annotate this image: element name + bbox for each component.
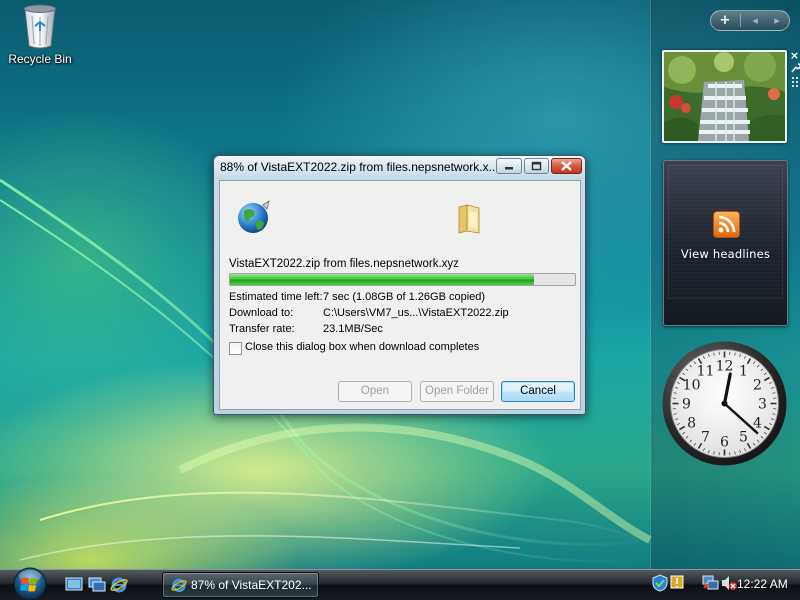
waterfall-photo [664,52,785,141]
open-folder-button[interactable]: Open Folder [420,381,494,402]
download-progress-bar [229,273,576,286]
clock-numeral: 1 [739,364,748,380]
start-button[interactable] [9,565,51,600]
switch-windows-icon[interactable] [88,576,106,593]
clock-numeral: 5 [739,429,748,445]
minimize-icon [505,167,513,170]
windows-logo-icon [13,567,47,600]
folder-icon [456,203,482,235]
download-to-value: C:\Users\VM7_us...\VistaEXT2022.zip [323,307,509,319]
clock-numeral: 6 [720,435,729,451]
feed-headlines-gadget[interactable]: View headlines [663,160,788,326]
clock-gadget[interactable]: 12 1 2 3 4 5 6 7 8 9 10 11 [661,340,788,467]
taskbar-download-task[interactable]: 87% of VistaEXT202... [162,572,319,598]
volume-muted-icon[interactable] [720,574,738,592]
divider [740,14,741,27]
close-when-complete-checkbox[interactable] [229,342,242,355]
clock-numeral: 3 [758,397,767,413]
clock-numeral: 12 [716,359,734,375]
internet-explorer-icon[interactable] [110,576,128,593]
recycle-bin-icon [20,2,60,50]
view-headlines-link[interactable]: View headlines [664,247,787,261]
progress-fill [230,274,534,285]
maximize-button[interactable] [524,158,549,174]
dialog-body: VistaEXT2022.zip from files.nepsnetwork.… [219,180,581,410]
rss-feed-icon [713,211,740,238]
clock-numeral: 10 [683,378,701,394]
recycle-bin-shortcut[interactable]: Recycle Bin [6,2,74,74]
internet-explorer-icon [171,578,187,593]
close-when-complete-label[interactable]: Close this dialog box when download comp… [245,341,479,353]
update-shield-icon[interactable] [670,574,684,590]
maximize-icon [531,161,542,171]
transfer-rate-value: 23.1MB/Sec [323,323,383,335]
taskbar-clock[interactable]: 12:22 AM [737,577,788,591]
download-to-label: Download to: [229,307,294,319]
clock-numeral: 8 [687,416,696,432]
close-gadget-button[interactable]: × [789,50,800,62]
add-gadget-button[interactable]: + [712,11,738,30]
close-icon [561,161,572,171]
sidebar-controls: + ◂ ▸ [710,10,790,31]
clock-numeral: 9 [682,397,691,413]
network-icon[interactable] [702,574,720,592]
time-left-label: Estimated time left: [229,291,323,303]
slideshow-gadget[interactable] [662,50,787,143]
clock-numeral: 7 [701,429,710,445]
gadget-toolbar: × [789,50,800,94]
dialog-title: 88% of VistaEXT2022.zip from files.nepsn… [220,160,496,174]
open-button[interactable]: Open [338,381,412,402]
time-left-value: 7 sec (1.08GB of 1.26GB copied) [323,291,486,303]
wrench-icon[interactable] [789,62,800,76]
globe-icon [236,199,272,235]
analog-clock: 12 1234567891011 [662,341,787,466]
task-label: 87% of VistaEXT202... [191,578,312,592]
clock-numeral: 11 [697,364,715,380]
next-page-button[interactable]: ▸ [764,11,790,30]
dialog-titlebar[interactable]: 88% of VistaEXT2022.zip from files.nepsn… [214,156,585,180]
download-dialog: 88% of VistaEXT2022.zip from files.nepsn… [213,155,586,415]
security-center-icon[interactable] [652,574,668,592]
download-file-label: VistaEXT2022.zip from files.nepsnetwork.… [229,258,459,270]
recycle-bin-label: Recycle Bin [8,52,72,66]
transfer-rate-label: Transfer rate: [229,323,295,335]
clock-numeral: 2 [753,378,762,394]
cancel-button[interactable]: Cancel [501,381,575,402]
minimize-button[interactable] [496,158,522,174]
drag-handle-icon[interactable] [789,76,800,90]
close-button[interactable] [551,158,582,174]
show-desktop-icon[interactable] [65,576,83,593]
